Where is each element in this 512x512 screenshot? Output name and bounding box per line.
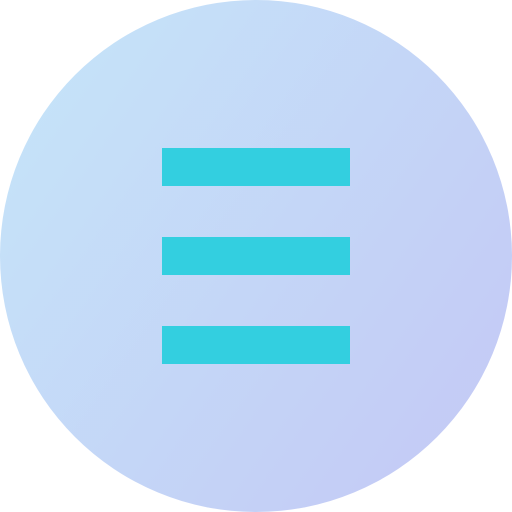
menu-bar-bottom	[162, 326, 350, 364]
menu-bar-top	[162, 148, 350, 186]
hamburger-menu-icon	[0, 0, 512, 512]
menu-button[interactable]	[0, 0, 512, 512]
menu-bar-middle	[162, 237, 350, 275]
